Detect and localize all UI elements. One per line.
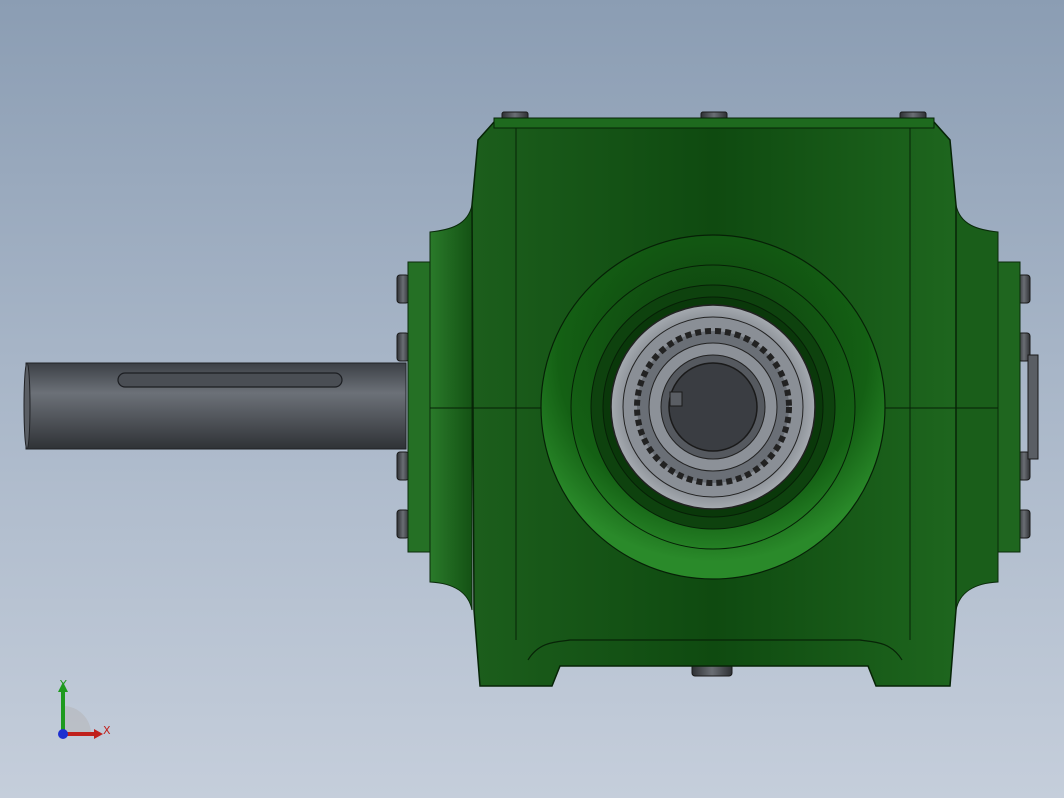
y-axis-label: Y	[59, 678, 67, 691]
z-axis-dot	[58, 729, 68, 739]
input-shaft[interactable]	[23, 362, 407, 450]
output-bearing[interactable]	[610, 304, 816, 510]
coordinate-triad: Y X	[58, 678, 111, 739]
output-shaft-bore	[668, 362, 758, 452]
keyway	[117, 372, 343, 388]
gearbox-model[interactable]	[0, 0, 1064, 798]
right-flange-bolts	[1017, 274, 1039, 539]
x-axis-label: X	[103, 724, 111, 737]
graphics-viewport[interactable]: Y X	[0, 0, 1064, 798]
